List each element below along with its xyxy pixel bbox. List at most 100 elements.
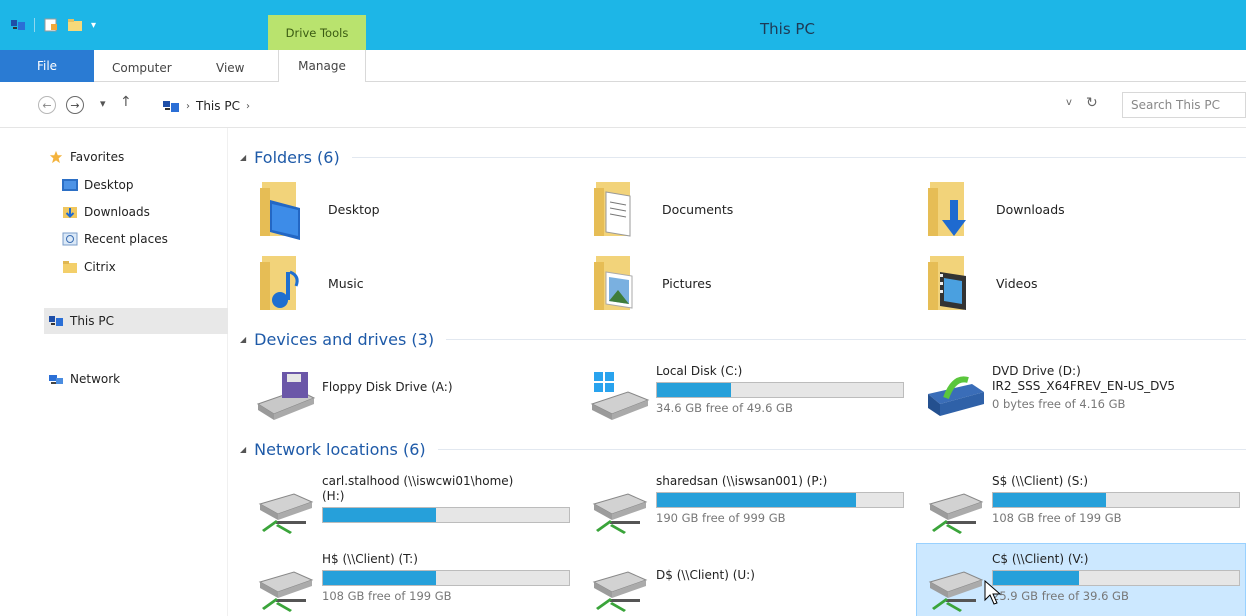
network-drive-s[interactable]: S$ (\\Client) (S:) 108 GB free of 199 GB: [924, 468, 1240, 546]
properties-icon[interactable]: [43, 18, 59, 32]
nav-this-pc[interactable]: This PC: [48, 310, 114, 332]
desktop-folder-icon: [260, 182, 300, 240]
nav-favorites[interactable]: Favorites: [48, 146, 124, 168]
group-header-devices[interactable]: ◢ Devices and drives (3): [240, 328, 1246, 350]
nav-citrix[interactable]: Citrix: [62, 256, 116, 278]
drive-free-space: 34.6 GB free of 49.6 GB: [656, 401, 793, 415]
address-field[interactable]: › This PC ›: [162, 94, 1110, 118]
capacity-bar-fill: [993, 493, 1107, 507]
downloads-icon: [63, 207, 77, 218]
this-pc-icon: [163, 101, 179, 112]
folder-tile[interactable]: Downloads: [924, 178, 1065, 240]
network-drive-p[interactable]: sharedsan (\\iswsan001) (P:) 190 GB free…: [588, 468, 904, 546]
folder-name: Documents: [662, 201, 734, 217]
nav-desktop-label: Desktop: [84, 178, 134, 192]
drive-floppy[interactable]: Floppy Disk Drive (A:): [254, 358, 570, 436]
nav-recent-places-label: Recent places: [84, 232, 168, 246]
tab-computer[interactable]: Computer: [112, 56, 172, 80]
network-drive-t[interactable]: H$ (\\Client) (T:) 108 GB free of 199 GB: [254, 546, 570, 616]
this-pc-icon[interactable]: [10, 18, 26, 32]
title-bar: ▾ Drive Tools This PC: [0, 0, 1246, 51]
forward-button[interactable]: →: [66, 96, 84, 114]
capacity-bar: [656, 492, 904, 508]
toolbar-separator: [34, 18, 35, 32]
this-pc-icon: [49, 316, 63, 326]
folder-name: Downloads: [996, 201, 1065, 217]
breadcrumb-separator[interactable]: ›: [246, 101, 250, 112]
folder-name: Pictures: [662, 275, 712, 291]
new-folder-icon[interactable]: [67, 18, 83, 32]
nav-favorites-label: Favorites: [70, 150, 125, 164]
tab-manage[interactable]: Manage: [278, 50, 366, 82]
drive-info: DVD Drive (D:) IR2_SSS_X64FREV_EN-US_DV5…: [992, 358, 1240, 411]
search-input[interactable]: Search This PC: [1122, 92, 1246, 118]
capacity-bar-fill: [657, 493, 857, 507]
folder-tile[interactable]: Desktop: [256, 178, 380, 240]
drive-name: D$ (\\Client) (U:): [656, 568, 755, 582]
nav-network-label: Network: [70, 372, 121, 386]
folder-tile[interactable]: Videos: [924, 252, 1038, 314]
folder-name: Videos: [996, 275, 1038, 291]
group-title: Network locations (6): [254, 439, 426, 459]
drive-dvd[interactable]: DVD Drive (D:) IR2_SSS_X64FREV_EN-US_DV5…: [924, 358, 1240, 436]
nav-citrix-label: Citrix: [84, 260, 116, 274]
network-drive-u[interactable]: D$ (\\Client) (U:): [588, 546, 904, 616]
network-drive-h[interactable]: carl.stalhood (\\iswcwi01\home) (H:): [254, 468, 570, 546]
collapse-icon[interactable]: ◢: [240, 445, 246, 454]
drive-free-space: 25.9 GB free of 39.6 GB: [992, 589, 1129, 603]
refresh-icon[interactable]: ↻: [1086, 95, 1098, 111]
mouse-cursor-icon: [984, 580, 1002, 605]
nav-network[interactable]: Network: [48, 368, 120, 390]
group-header-folders[interactable]: ◢ Folders (6): [240, 146, 1246, 168]
drive-info: Local Disk (C:) 34.6 GB free of 49.6 GB: [656, 358, 904, 415]
navigation-pane: Favorites Desktop Downloads Recent place…: [0, 128, 228, 616]
capacity-bar: [322, 570, 570, 586]
drive-free-space: 190 GB free of 999 GB: [656, 511, 786, 525]
folder-tile[interactable]: Pictures: [590, 252, 712, 314]
folder-name: Music: [328, 275, 364, 291]
collapse-icon[interactable]: ◢: [240, 153, 246, 162]
network-icon: [49, 375, 63, 384]
network-drive-v[interactable]: C$ (\\Client) (V:) 25.9 GB free of 39.6 …: [924, 546, 1240, 616]
folder-name: Desktop: [328, 201, 380, 217]
group-divider: [351, 156, 1246, 158]
videos-folder-icon: [928, 256, 966, 310]
tab-file[interactable]: File: [0, 50, 94, 82]
drive-info: carl.stalhood (\\iswcwi01\home) (H:): [322, 468, 570, 523]
address-toolbar: ← → ▾ ↑ › This PC › v ↻ Search This PC: [0, 82, 1246, 128]
drive-name: S$ (\\Client) (S:): [992, 474, 1089, 488]
drive-free-space: 108 GB free of 199 GB: [992, 511, 1122, 525]
drive-local-c[interactable]: Local Disk (C:) 34.6 GB free of 49.6 GB: [588, 358, 904, 436]
dvd-drive-icon: [928, 376, 984, 416]
capacity-bar: [992, 492, 1240, 508]
capacity-bar-fill: [993, 571, 1080, 585]
downloads-folder-icon: [928, 182, 966, 236]
ribbon-tabs: File Computer View Manage: [0, 50, 1246, 82]
drive-info: C$ (\\Client) (V:) 25.9 GB free of 39.6 …: [992, 546, 1240, 603]
back-button[interactable]: ←: [38, 96, 56, 114]
nav-downloads[interactable]: Downloads: [62, 201, 150, 223]
customize-qat-icon[interactable]: ▾: [91, 20, 96, 31]
drive-info: sharedsan (\\iswsan001) (P:) 190 GB free…: [656, 468, 904, 525]
drive-info: Floppy Disk Drive (A:): [322, 358, 570, 395]
breadcrumb-separator[interactable]: ›: [186, 101, 190, 112]
window-title: This PC: [760, 20, 815, 38]
recent-locations-icon[interactable]: ▾: [100, 97, 106, 110]
address-dropdown-icon[interactable]: v: [1066, 97, 1072, 108]
breadcrumb-this-pc[interactable]: This PC: [196, 99, 240, 113]
drive-name: carl.stalhood (\\iswcwi01\home): [322, 474, 514, 488]
folder-tile[interactable]: Documents: [590, 178, 733, 240]
group-header-network[interactable]: ◢ Network locations (6): [240, 438, 1246, 460]
drive-tools-context-label: Drive Tools: [268, 15, 366, 51]
up-icon[interactable]: ↑: [120, 94, 132, 110]
drive-letter: (H:): [322, 489, 345, 503]
collapse-icon[interactable]: ◢: [240, 335, 246, 344]
nav-recent-places[interactable]: Recent places: [62, 228, 168, 250]
folder-tile[interactable]: Music: [256, 252, 364, 314]
tab-view[interactable]: View: [216, 56, 244, 80]
drive-info: H$ (\\Client) (T:) 108 GB free of 199 GB: [322, 546, 570, 603]
drive-name: Local Disk (C:): [656, 364, 743, 378]
network-drive-icon: [258, 493, 314, 534]
capacity-bar: [656, 382, 904, 398]
nav-desktop[interactable]: Desktop: [62, 174, 134, 196]
